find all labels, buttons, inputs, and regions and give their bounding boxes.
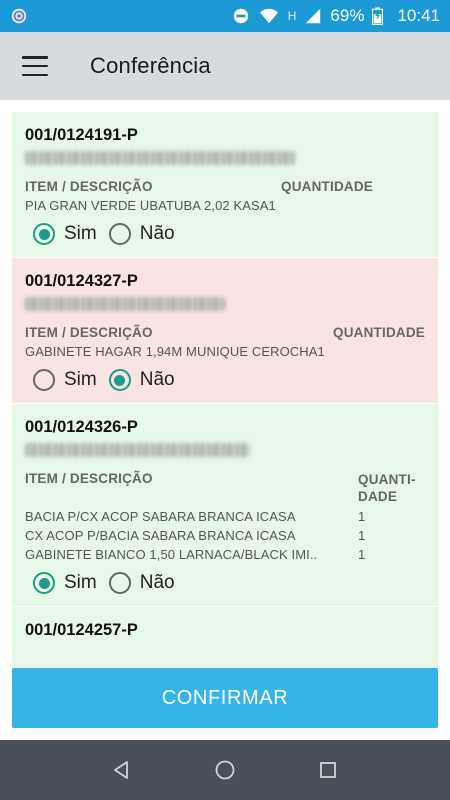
customer-name-redacted (25, 443, 250, 457)
header-quantity-line2: DADE (358, 489, 398, 504)
signal-icon (306, 8, 321, 24)
item-description: GABINETE BIANCO 1,50 LARNACA/BLACK IMI.. (25, 547, 318, 562)
clock: 10:41 (397, 6, 440, 25)
page-title: Conferência (90, 53, 211, 78)
header-description: ITEM / DESCRIÇÃO (25, 179, 153, 194)
item-quantity: 1 (358, 547, 366, 562)
radio-sim-label: Sim (64, 223, 97, 244)
order-number: 001/0124257-P (25, 621, 138, 639)
radio-sim-label: Sim (64, 369, 97, 390)
item-row: BACIA P/CX ACOP SABARA BRANCA ICASA 1 (25, 509, 425, 524)
item-quantity: 1 (358, 528, 366, 543)
radio-nao-label: Não (139, 369, 175, 390)
back-icon[interactable] (102, 750, 142, 790)
radio-checked-icon[interactable] (33, 223, 55, 245)
item-row: PIA GRAN VERDE UBATUBA 2,02 KASA1 (25, 198, 425, 213)
recents-icon[interactable] (308, 750, 348, 790)
item-description: GABINETE HAGAR 1,94M MUNIQUE CEROCHA1 (25, 344, 325, 359)
app-notification-icon (11, 8, 27, 24)
radio-sim[interactable]: Sim (33, 369, 97, 391)
hamburger-menu-icon[interactable] (22, 56, 48, 76)
table-header: ITEM / DESCRIÇÃO QUANTIDADE (25, 179, 425, 194)
network-type-label: H (287, 9, 297, 23)
order-card: 001/0124326-P ITEM / DESCRIÇÃO QUANTI- D… (12, 404, 438, 607)
radio-nao[interactable]: Não (108, 369, 175, 391)
status-bar: H 69% 10:41 (0, 0, 450, 32)
header-quantity: QUANTIDADE (333, 325, 425, 340)
radio-sim[interactable]: Sim (33, 572, 97, 594)
item-description: CX ACOP P/BACIA SABARA BRANCA ICASA (25, 528, 296, 543)
table-header: ITEM / DESCRIÇÃO QUANTI- DADE (25, 471, 425, 505)
order-number: 001/0124327-P (25, 272, 138, 290)
header-quantity: QUANTI- DADE (358, 471, 425, 505)
app-bar: Conferência (0, 32, 450, 100)
header-quantity: QUANTIDADE (281, 179, 373, 194)
radio-checked-icon[interactable] (33, 572, 55, 594)
radio-unchecked-icon[interactable] (33, 369, 55, 391)
header-description: ITEM / DESCRIÇÃO (25, 325, 153, 340)
item-description: BACIA P/CX ACOP SABARA BRANCA ICASA (25, 509, 296, 524)
item-row: GABINETE BIANCO 1,50 LARNACA/BLACK IMI..… (25, 547, 425, 562)
item-quantity: 1 (358, 509, 366, 524)
header-description: ITEM / DESCRIÇÃO (25, 471, 153, 486)
confirmation-radio-group: Sim Não (33, 369, 425, 391)
conference-list[interactable]: 001/0124191-P ITEM / DESCRIÇÃO QUANTIDAD… (12, 112, 438, 668)
order-card: 001/0124191-P ITEM / DESCRIÇÃO QUANTIDAD… (12, 112, 438, 258)
radio-nao[interactable]: Não (108, 572, 175, 594)
battery-percentage: 69% (330, 6, 365, 25)
home-icon[interactable] (205, 750, 245, 790)
radio-nao-label: Não (139, 223, 175, 244)
radio-sim[interactable]: Sim (33, 223, 97, 245)
order-card: 001/0124257-P (12, 607, 438, 668)
radio-unchecked-icon[interactable] (108, 223, 131, 245)
radio-nao[interactable]: Não (108, 223, 175, 245)
item-description: PIA GRAN VERDE UBATUBA 2,02 KASA1 (25, 198, 276, 213)
confirmation-radio-group: Sim Não (33, 572, 425, 594)
customer-name-redacted (25, 151, 295, 165)
do-not-disturb-icon (233, 8, 248, 24)
battery-icon (372, 7, 384, 25)
confirmation-radio-group: Sim Não (33, 223, 425, 245)
header-quantity-line1: QUANTI- (358, 472, 416, 487)
wifi-icon (259, 8, 278, 24)
radio-sim-label: Sim (64, 572, 97, 593)
order-number: 001/0124326-P (25, 418, 138, 436)
order-card: 001/0124327-P ITEM / DESCRIÇÃO QUANTIDAD… (12, 258, 438, 404)
customer-name-redacted (25, 297, 225, 311)
radio-checked-icon[interactable] (108, 369, 131, 391)
confirm-button[interactable]: CONFIRMAR (12, 668, 438, 728)
item-row: CX ACOP P/BACIA SABARA BRANCA ICASA 1 (25, 528, 425, 543)
radio-nao-label: Não (139, 572, 175, 593)
radio-unchecked-icon[interactable] (108, 572, 131, 594)
table-header: ITEM / DESCRIÇÃO QUANTIDADE (25, 325, 425, 340)
order-number: 001/0124191-P (25, 126, 138, 144)
system-navigation-bar (0, 740, 450, 800)
item-row: GABINETE HAGAR 1,94M MUNIQUE CEROCHA1 (25, 344, 425, 359)
